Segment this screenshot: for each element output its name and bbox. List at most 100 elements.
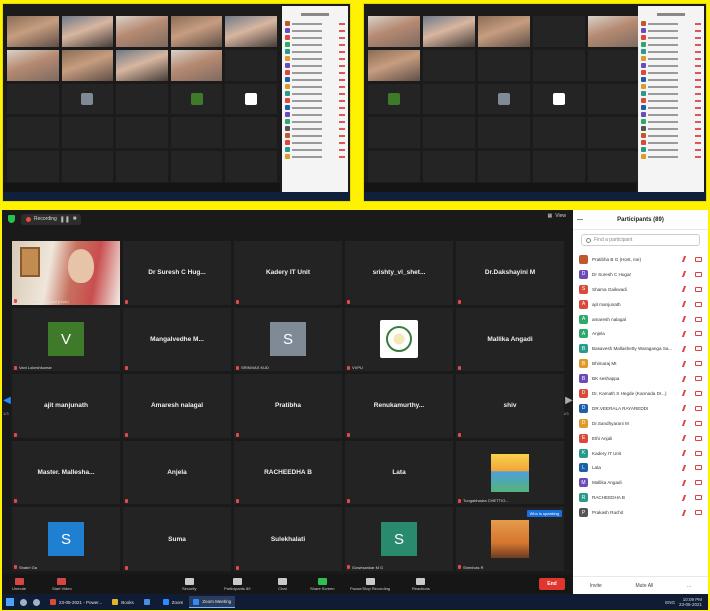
- avatar: D: [579, 418, 588, 428]
- participant-tile[interactable]: Tungabhadra CHETTIO...: [456, 440, 564, 505]
- participant-name-tag: Gowrisankar M G: [347, 565, 383, 570]
- participant-list-item[interactable]: K Kadery IT Unit: [579, 446, 702, 461]
- avatar: B: [579, 374, 588, 384]
- participant-list-item[interactable]: E Ethi Anjali: [579, 431, 702, 446]
- participant-tile[interactable]: Amaresh nalagal: [123, 374, 231, 438]
- participant-tile[interactable]: Master. Mallesha...: [12, 440, 120, 505]
- participant-list-item[interactable]: P Prakash Rachit: [579, 505, 702, 520]
- invite-button[interactable]: Invite: [590, 583, 602, 589]
- participant-list-item[interactable]: B Bhimaraj Mt: [579, 356, 702, 371]
- participant-tile[interactable]: S SRINIVAS KUD: [234, 307, 342, 372]
- participant-display-name: Anjela: [167, 469, 187, 477]
- participant-tile[interactable]: S Shabri Ga: [12, 507, 120, 571]
- muted-mic-icon: [681, 316, 690, 322]
- participant-tile[interactable]: Sulekhalati: [234, 507, 342, 571]
- participants-panel-title: Participants (89): [617, 216, 664, 223]
- muted-mic-icon: [236, 365, 239, 370]
- participant-list-item[interactable]: D Dr. Kamath S Hegde (Kannada Dr...): [579, 386, 702, 401]
- thumbnail-participants-panel: [638, 6, 704, 193]
- participant-list-item[interactable]: D Dr.Sandhyarani M: [579, 416, 702, 431]
- participant-list-item[interactable]: L Lata: [579, 460, 702, 475]
- participant-list-item[interactable]: A Anjela: [579, 326, 702, 341]
- participant-name-tag: [125, 499, 130, 504]
- participant-name-tag: [125, 565, 130, 570]
- participant-name-tag: Dr. Devbhat Bhagwat (Host): [14, 299, 69, 304]
- participant-list-item[interactable]: B Basavesh Mallashetty Waraganga Sa...: [579, 341, 702, 356]
- participant-tile[interactable]: Dr Suresh C Hug...: [123, 241, 231, 305]
- muted-mic-icon: [458, 299, 461, 304]
- language-indicator: ENG: [665, 599, 675, 605]
- participant-tile[interactable]: Dr.Dakshayini M: [456, 241, 564, 305]
- muted-mic-icon: [458, 366, 461, 371]
- more-options-button[interactable]: ...: [687, 583, 691, 589]
- pause-recording-icon[interactable]: ❚❚: [60, 216, 70, 223]
- view-button[interactable]: ▦ View: [548, 213, 566, 219]
- participant-list-item[interactable]: Aamaresh nalagal: [579, 312, 702, 327]
- unmute-button[interactable]: Unmute: [12, 574, 26, 594]
- participant-search-input[interactable]: Find a participant: [581, 234, 700, 246]
- taskbar-app[interactable]: Zoom Meeting: [189, 596, 236, 608]
- minimize-panel-icon[interactable]: [577, 219, 583, 220]
- participants-panel-header: Participants (89): [573, 210, 708, 230]
- taskbar-app[interactable]: Books: [108, 596, 138, 608]
- task-view-icon[interactable]: [33, 598, 40, 606]
- participant-tile[interactable]: VVPU: [345, 307, 453, 372]
- reactions-button[interactable]: Reactions: [412, 574, 430, 594]
- mute-all-button[interactable]: Mute All: [635, 583, 653, 589]
- stop-recording-icon[interactable]: ■: [73, 216, 77, 222]
- participant-tile[interactable]: srishty_vl_shet...: [345, 241, 453, 305]
- security-shield-icon[interactable]: [8, 215, 15, 223]
- pause-stop-recording-button[interactable]: Pause/Stop Recording: [350, 574, 390, 594]
- taskbar-app[interactable]: Zoom: [159, 596, 188, 608]
- participant-list-item[interactable]: D DR.VEERALA RAYAREDDI: [579, 401, 702, 416]
- participant-list-item[interactable]: Aajit manjunath: [579, 297, 702, 312]
- muted-mic-icon: [347, 365, 350, 370]
- participant-tile[interactable]: ajit manjunath: [12, 374, 120, 438]
- participant-tile[interactable]: S Gowrisankar M G: [345, 507, 453, 571]
- windows-start-icon[interactable]: [6, 598, 14, 606]
- participant-tile[interactable]: shiv: [456, 374, 564, 438]
- recording-indicator: Recording ❚❚ ■: [21, 213, 82, 225]
- participant-tile[interactable]: Mallika Angadi: [456, 307, 564, 372]
- chat-button[interactable]: Chat: [278, 574, 287, 594]
- taskbar-app-label: Zoom Meeting: [202, 599, 232, 604]
- participants-button[interactable]: Participants 89: [224, 574, 250, 594]
- participant-tile[interactable]: Mangalvedhe M...: [123, 307, 231, 372]
- smiley-icon: [416, 577, 426, 585]
- participant-tile[interactable]: Renukamurthy...: [345, 374, 453, 438]
- participant-tile[interactable]: Anjela: [123, 440, 231, 505]
- participant-tile[interactable]: Suma: [123, 507, 231, 571]
- participant-tile[interactable]: Lata: [345, 440, 453, 505]
- taskbar-apps: 23-05-2021 - Power... Books Zoom Zoom Meeti…: [46, 596, 236, 608]
- tile-caption: SRINIVAS KUD: [241, 365, 269, 371]
- participant-list-item[interactable]: M Mallika Angadi: [579, 475, 702, 490]
- avatar: M: [579, 478, 588, 488]
- taskbar-app-label: Zoom: [171, 599, 184, 605]
- participant-tile[interactable]: Who is speaking Shrinivas R: [456, 507, 564, 571]
- participant-list-item[interactable]: R RACHEEDHA B: [579, 490, 702, 505]
- participant-name-tag: [125, 432, 130, 437]
- start-video-button[interactable]: Start Video: [52, 574, 72, 594]
- search-icon[interactable]: [20, 598, 27, 606]
- participant-name-tag: Shabri Ga: [14, 565, 37, 570]
- screenshot-thumbnail-2: [363, 3, 707, 202]
- end-meeting-button[interactable]: End: [539, 578, 565, 590]
- participant-tile[interactable]: Dr. Devbhat Bhagwat (Host): [12, 241, 120, 305]
- thumbnail-participants-panel: [282, 6, 348, 193]
- participant-name: Kadery IT Unit: [592, 450, 622, 456]
- security-button[interactable]: Security: [182, 574, 196, 594]
- share-screen-button[interactable]: Share Screen: [310, 574, 334, 594]
- participant-tile[interactable]: Kadery IT Unit: [234, 241, 342, 305]
- participant-tile[interactable]: V Vani Lokeshkumar: [12, 307, 120, 372]
- participant-list-item[interactable]: D Dr Suresh C Hugar: [579, 267, 702, 282]
- participant-tile[interactable]: RACHEEDHA B: [234, 440, 342, 505]
- participant-list-item[interactable]: B BK seshappa: [579, 371, 702, 386]
- video-off-icon: [695, 256, 702, 262]
- participant-tile[interactable]: Pratibha: [234, 374, 342, 438]
- participant-list-item[interactable]: S Shama Gaikwadi: [579, 282, 702, 297]
- taskbar-app[interactable]: [140, 596, 157, 608]
- taskbar-app[interactable]: 23-05-2021 - Power...: [46, 596, 106, 608]
- previous-page-arrow-icon[interactable]: ◀: [2, 390, 12, 410]
- participant-list-item[interactable]: Pratibha B G (Host, me): [579, 252, 702, 267]
- participant-name-tag: [458, 366, 463, 371]
